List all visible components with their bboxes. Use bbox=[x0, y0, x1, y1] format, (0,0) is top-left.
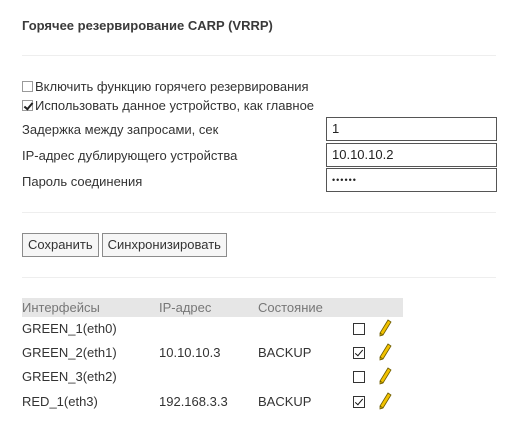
interface-state: BACKUP bbox=[258, 394, 312, 409]
interface-name: GREEN_1(eth0) bbox=[22, 321, 117, 336]
divider bbox=[22, 212, 496, 213]
section-title: Горячее резервирование CARP (VRRP) bbox=[22, 18, 273, 33]
interface-name: RED_1(eth3) bbox=[22, 394, 98, 409]
delay-input[interactable]: 1 bbox=[326, 117, 497, 141]
save-button[interactable]: Сохранить bbox=[22, 233, 99, 257]
table-row: GREEN_2(eth1) 10.10.10.3 BACKUP bbox=[22, 342, 403, 364]
pencil-icon[interactable] bbox=[377, 318, 393, 338]
table-row: GREEN_3(eth2) bbox=[22, 366, 403, 388]
use-as-master-checkbox[interactable] bbox=[22, 99, 33, 111]
table-header: Интерфейсы IP-адрес Состояние bbox=[22, 298, 403, 317]
interface-ip: 10.10.10.3 bbox=[159, 345, 221, 360]
divider bbox=[22, 55, 496, 56]
password-label: Пароль соединения bbox=[22, 174, 143, 189]
header-ip: IP-адрес bbox=[159, 300, 212, 315]
pencil-icon[interactable] bbox=[377, 342, 393, 362]
button-group: Сохранить Синхронизировать bbox=[22, 233, 230, 257]
row-checkbox[interactable] bbox=[353, 323, 365, 335]
divider bbox=[22, 277, 496, 278]
row-checkbox[interactable] bbox=[353, 347, 365, 359]
interface-ip: 192.168.3.3 bbox=[159, 394, 228, 409]
pencil-icon[interactable] bbox=[377, 366, 393, 386]
password-input[interactable]: •••••• bbox=[326, 168, 497, 192]
use-as-master-option[interactable]: Использовать данное устройство, как глав… bbox=[22, 97, 314, 113]
table-row: GREEN_1(eth0) bbox=[22, 318, 403, 340]
delay-label: Задержка между запросами, сек bbox=[22, 122, 219, 137]
header-state: Состояние bbox=[258, 300, 323, 315]
peer-ip-label: IP-адрес дублирующего устройства bbox=[22, 148, 238, 163]
interface-name: GREEN_2(eth1) bbox=[22, 345, 117, 360]
pencil-icon[interactable] bbox=[377, 391, 393, 411]
enable-failover-checkbox[interactable] bbox=[22, 80, 33, 92]
enable-failover-option[interactable]: Включить функцию горячего резервирования bbox=[22, 78, 309, 94]
table-row: RED_1(eth3) 192.168.3.3 BACKUP bbox=[22, 391, 403, 413]
use-as-master-label: Использовать данное устройство, как глав… bbox=[35, 97, 315, 113]
row-checkbox[interactable] bbox=[353, 396, 365, 408]
enable-failover-label: Включить функцию горячего резервирования bbox=[35, 78, 309, 94]
sync-button[interactable]: Синхронизировать bbox=[101, 233, 227, 257]
interface-name: GREEN_3(eth2) bbox=[22, 369, 117, 384]
interface-state: BACKUP bbox=[258, 345, 312, 360]
header-interfaces: Интерфейсы bbox=[22, 300, 100, 315]
row-checkbox[interactable] bbox=[353, 371, 365, 383]
peer-ip-input[interactable]: 10.10.10.2 bbox=[326, 143, 497, 167]
